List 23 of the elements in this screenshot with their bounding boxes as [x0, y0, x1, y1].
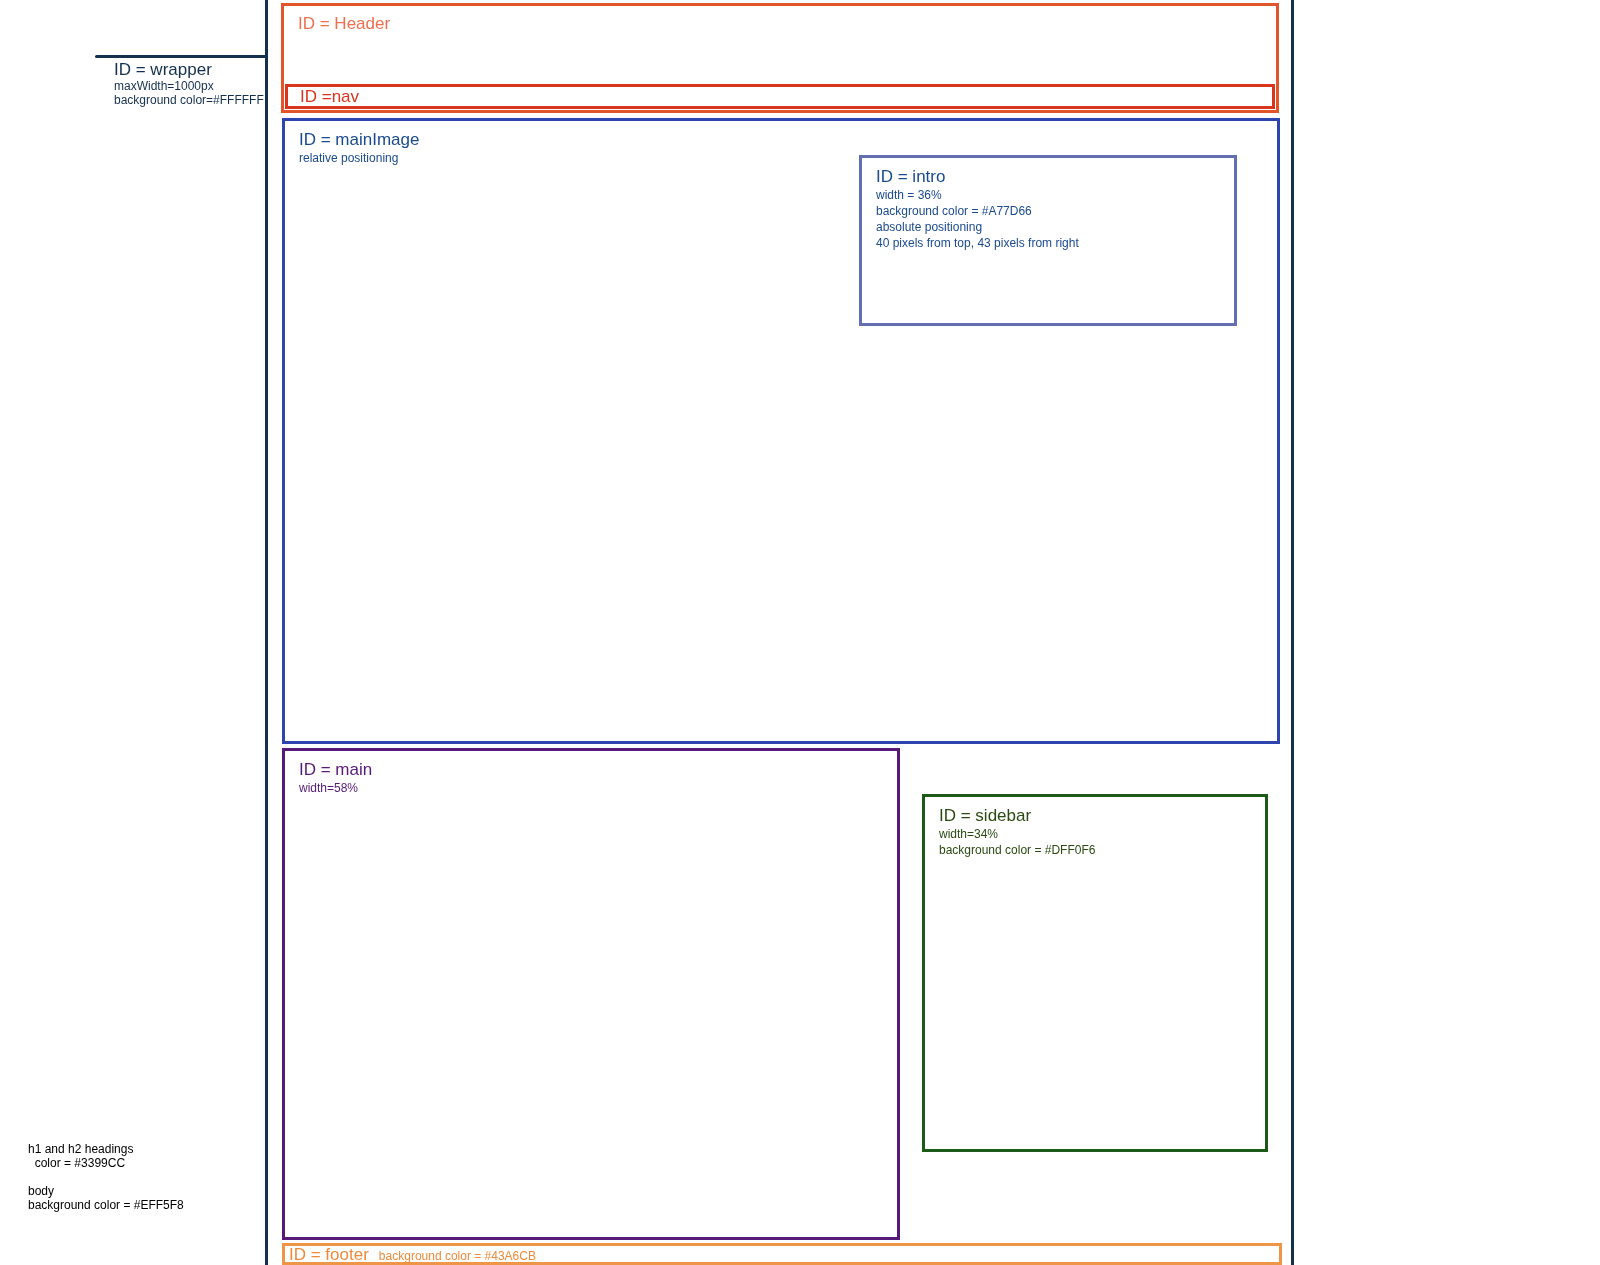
box-note: width=58%: [299, 780, 359, 796]
box-note: 40 pixels from top, 43 pixels from right: [876, 235, 1079, 251]
box-note: background color = #A77D66: [876, 203, 1032, 219]
box-note: background color = #DFF0F6: [939, 842, 1096, 858]
box-note: absolute positioning: [876, 219, 983, 235]
wrapper-label: ID = wrapper: [114, 60, 212, 79]
box-note: background color = #43A6CB: [378, 1248, 536, 1265]
box-label: ID = sidebar: [939, 806, 1032, 826]
box-label: ID =nav: [300, 87, 360, 106]
legend-text: body: [28, 1184, 56, 1198]
legend-text: background color = #EFF5F8: [28, 1198, 184, 1212]
box-label: ID = footer: [289, 1246, 369, 1263]
box-label: ID = mainImage: [299, 130, 420, 150]
legend-text: color = #3399CC: [33, 1156, 127, 1170]
wrapper-note: background color=#FFFFFF: [114, 93, 264, 107]
box-note: width=34%: [939, 826, 999, 842]
box-note: relative positioning: [299, 150, 399, 166]
box-label: ID = Header: [298, 15, 391, 33]
box-label: ID = intro: [876, 167, 946, 187]
box-note: width = 36%: [876, 187, 942, 203]
wrapper-note: maxWidth=1000px: [114, 79, 214, 93]
box-label: ID = main: [299, 760, 373, 780]
legend-text: h1 and h2 headings: [28, 1142, 135, 1156]
